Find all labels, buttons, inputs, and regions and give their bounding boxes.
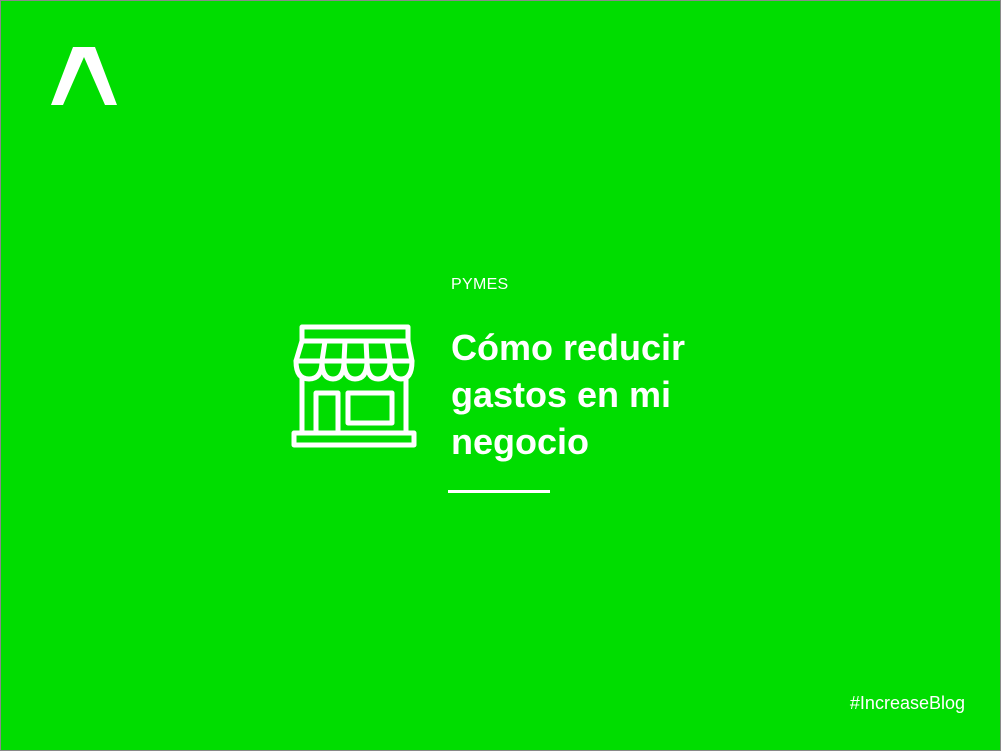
article-title: Cómo reducir gastos en mi negocio bbox=[451, 327, 686, 462]
category-label: PYMES bbox=[451, 276, 509, 293]
brand-logo-icon bbox=[51, 47, 117, 105]
blog-hashtag: #IncreaseBlog bbox=[849, 693, 965, 713]
title-underline bbox=[448, 490, 550, 493]
blog-cover: PYMES Cómo reducir gastos en mi negocio … bbox=[0, 0, 1001, 751]
store-icon bbox=[290, 323, 418, 453]
